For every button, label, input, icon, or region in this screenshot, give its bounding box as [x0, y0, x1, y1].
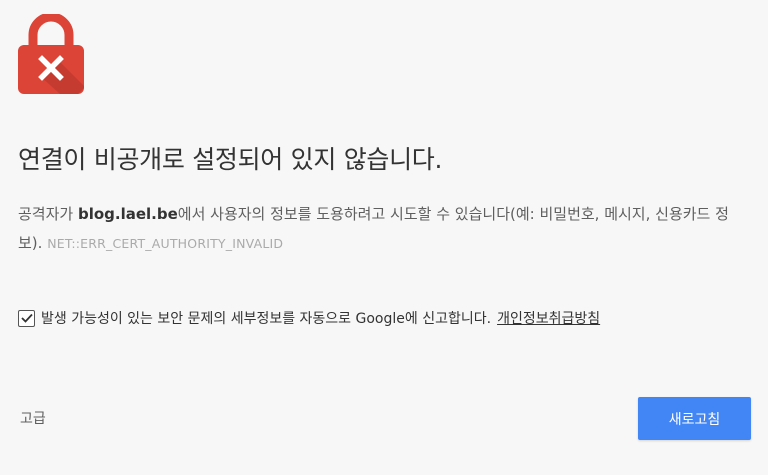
- advanced-button[interactable]: 고급: [20, 408, 46, 428]
- reload-button[interactable]: 새로고침: [638, 397, 751, 440]
- report-label: 발생 가능성이 있는 보안 문제의 세부정보를 자동으로 Google에 신고합…: [41, 311, 492, 327]
- checkmark-icon: [20, 313, 33, 323]
- extended-reporting-option: 발생 가능성이 있는 보안 문제의 세부정보를 자동으로 Google에 신고합…: [18, 308, 600, 328]
- lock-error-icon: [18, 14, 84, 94]
- error-heading: 연결이 비공개로 설정되어 있지 않습니다.: [18, 145, 443, 174]
- error-code: NET::ERR_CERT_AUTHORITY_INVALID: [47, 236, 284, 251]
- ssl-error-page: 연결이 비공개로 설정되어 있지 않습니다. 공격자가 blog.lael.be…: [0, 0, 768, 475]
- domain-name: blog.lael.be: [77, 205, 178, 223]
- error-explanation: 공격자가 blog.lael.be에서 사용자의 정보를 도용하려고 시도할 수…: [18, 200, 753, 258]
- explanation-prefix: 공격자가: [18, 205, 78, 223]
- report-checkbox[interactable]: [18, 309, 35, 327]
- privacy-policy-link[interactable]: 개인정보취급방침: [497, 308, 600, 328]
